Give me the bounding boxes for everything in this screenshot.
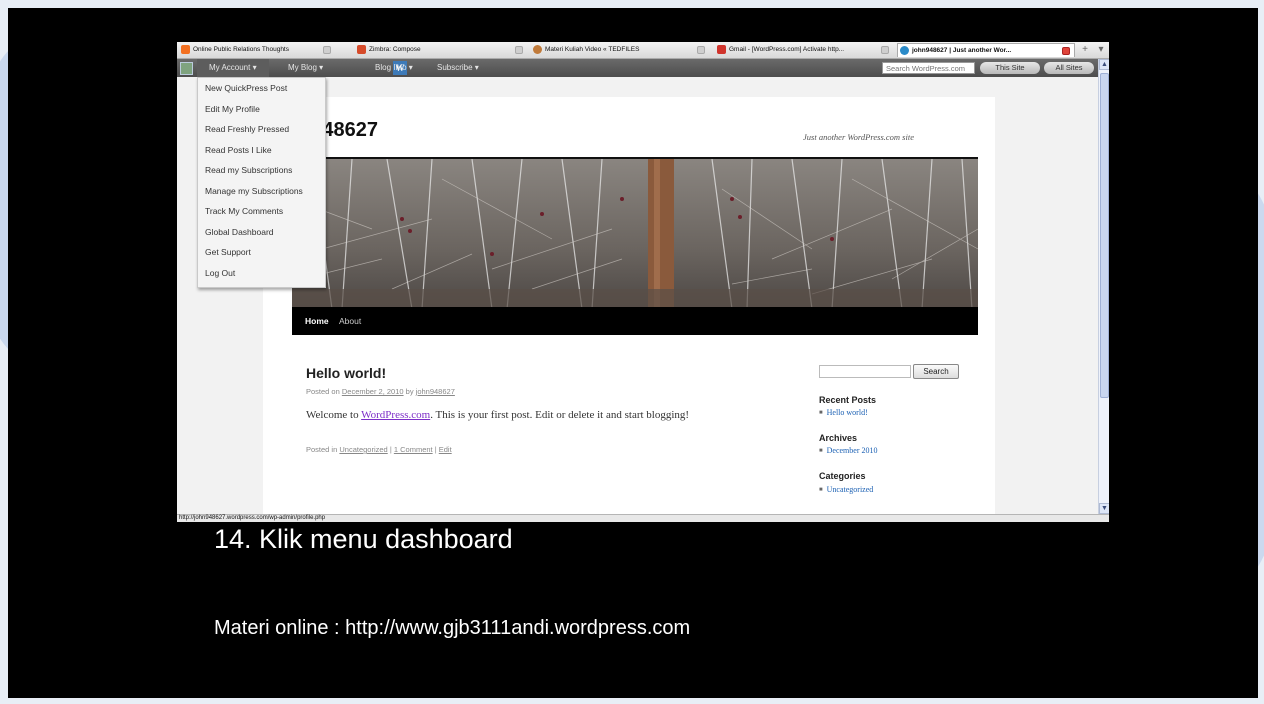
main-navigation: Home About (292, 307, 978, 335)
tab-title: Materi Kuliah Video « TEDFILES (545, 46, 640, 53)
ted-icon (533, 45, 542, 54)
close-tab-icon[interactable] (697, 46, 705, 54)
my-account-dropdown: New QuickPress Post Edit My Profile Read… (197, 77, 326, 288)
avatar[interactable] (180, 62, 193, 75)
blog-info-menu[interactable]: Blog Info ▾ (375, 59, 413, 77)
tab-online-pr[interactable]: Online Public Relations Thoughts (179, 43, 333, 57)
wordpress-search-input[interactable] (882, 62, 975, 74)
close-tab-icon[interactable] (323, 46, 331, 54)
winter-forest-image (292, 159, 978, 309)
category-label: Uncategorized (826, 485, 874, 494)
sidebar-search-button[interactable]: Search (913, 364, 959, 379)
wordpress-admin-bar: My Account ▾ My Blog ▾ W Blog Info ▾ Sub… (177, 59, 1109, 77)
status-bar: http://john948627.wordpress.com/wp-admin… (177, 514, 1109, 522)
categories-heading: Categories (819, 471, 866, 481)
menu-item-edit-my-profile[interactable]: Edit My Profile (205, 99, 260, 119)
header-image (292, 157, 978, 309)
recent-posts-heading: Recent Posts (819, 395, 877, 405)
wordpress-link[interactable]: WordPress.com (361, 409, 430, 421)
tab-bar: Online Public Relations Thoughts Zimbra:… (177, 42, 1109, 59)
menu-item-read-my-subscriptions[interactable]: Read my Subscriptions (205, 160, 292, 180)
page-viewport: n948627 Just another WordPress.com site (177, 77, 1098, 514)
all-sites-button[interactable]: All Sites (1044, 62, 1094, 74)
post-body-suffix: . This is your first post. Edit or delet… (430, 409, 690, 421)
my-blog-menu[interactable]: My Blog ▾ (288, 59, 323, 77)
menu-item-get-support[interactable]: Get Support (205, 242, 251, 262)
post-foot-prefix: Posted in (306, 445, 340, 454)
post-author-link[interactable]: john948627 (416, 387, 455, 396)
tab-zimbra[interactable]: Zimbra: Compose (355, 43, 525, 57)
menu-item-read-freshly-pressed[interactable]: Read Freshly Pressed (205, 119, 289, 139)
post-date-link[interactable]: December 2, 2010 (342, 387, 404, 396)
menu-item-track-my-comments[interactable]: Track My Comments (205, 201, 283, 221)
post-body: Welcome to WordPress.com. This is your f… (306, 409, 689, 421)
nav-about[interactable]: About (339, 307, 361, 335)
bullet-icon: ■ (819, 448, 823, 454)
recent-post-label: Hello world! (826, 408, 868, 417)
browser-window: Online Public Relations Thoughts Zimbra:… (177, 42, 1109, 522)
archives-heading: Archives (819, 433, 858, 443)
post-footer: Posted in Uncategorized | 1 Comment | Ed… (306, 445, 452, 454)
bullet-icon: ■ (819, 487, 823, 493)
menu-item-read-posts-i-like[interactable]: Read Posts I Like (205, 140, 272, 160)
scroll-up-icon[interactable]: ▲ (1099, 59, 1109, 70)
close-tab-icon[interactable] (1062, 47, 1070, 55)
category-item[interactable]: ■ Uncategorized (819, 485, 873, 494)
new-tab-button[interactable]: + (1079, 44, 1091, 56)
status-url: http://john948627.wordpress.com/wp-admin… (179, 515, 326, 521)
post-meta-prefix: Posted on (306, 387, 342, 396)
slide-caption: 14. Klik menu dashboard (214, 524, 513, 554)
tab-list-icon[interactable]: ▾ (1095, 44, 1107, 56)
slide: Online Public Relations Thoughts Zimbra:… (8, 8, 1258, 698)
close-tab-icon[interactable] (881, 46, 889, 54)
tab-title: Zimbra: Compose (369, 46, 421, 53)
post-meta-by: by (403, 387, 416, 396)
comments-link[interactable]: 1 Comment (394, 445, 433, 454)
slide-footer: Materi online : http://www.gjb3111andi.w… (214, 617, 691, 639)
wordpress-icon (900, 46, 909, 55)
category-link[interactable]: Uncategorized (339, 445, 387, 454)
subscribe-menu[interactable]: Subscribe ▾ (437, 59, 479, 77)
tab-title: Online Public Relations Thoughts (193, 46, 289, 53)
menu-item-manage-my-subscriptions[interactable]: Manage my Subscriptions (205, 181, 303, 201)
site-description: Just another WordPress.com site (803, 132, 914, 142)
blogger-icon (181, 45, 190, 54)
sidebar-search-input[interactable] (819, 365, 911, 378)
this-site-button[interactable]: This Site (980, 62, 1040, 74)
blog-page: n948627 Just another WordPress.com site (263, 97, 995, 514)
scroll-down-icon[interactable]: ▼ (1099, 503, 1109, 514)
archive-item[interactable]: ■ December 2010 (819, 446, 878, 455)
tab-john948627[interactable]: john948627 | Just another Wor... (897, 43, 1075, 57)
post-meta: Posted on December 2, 2010 by john948627 (306, 387, 455, 396)
vertical-scrollbar[interactable]: ▲ ▼ (1098, 59, 1109, 514)
menu-item-global-dashboard[interactable]: Global Dashboard (205, 222, 274, 242)
post-body-prefix: Welcome to (306, 409, 362, 421)
tab-ted[interactable]: Materi Kuliah Video « TEDFILES (531, 43, 709, 57)
scrollbar-thumb[interactable] (1100, 73, 1109, 398)
recent-post-item[interactable]: ■ Hello world! (819, 408, 868, 417)
nav-home[interactable]: Home (305, 307, 329, 335)
close-tab-icon[interactable] (515, 46, 523, 54)
zimbra-icon (357, 45, 366, 54)
my-account-menu[interactable]: My Account ▾ (197, 59, 269, 77)
menu-item-new-quickpress-post[interactable]: New QuickPress Post (205, 78, 287, 98)
archive-label: December 2010 (826, 446, 878, 455)
tab-title: Gmail - [WordPress.com] Activate http... (729, 46, 845, 53)
bullet-icon: ■ (819, 410, 823, 416)
menu-item-log-out[interactable]: Log Out (205, 263, 235, 283)
post-title[interactable]: Hello world! (306, 365, 386, 381)
edit-link[interactable]: Edit (439, 445, 452, 454)
tab-gmail[interactable]: Gmail - [WordPress.com] Activate http... (715, 43, 893, 57)
tab-title: john948627 | Just another Wor... (912, 47, 1012, 54)
gmail-icon (717, 45, 726, 54)
